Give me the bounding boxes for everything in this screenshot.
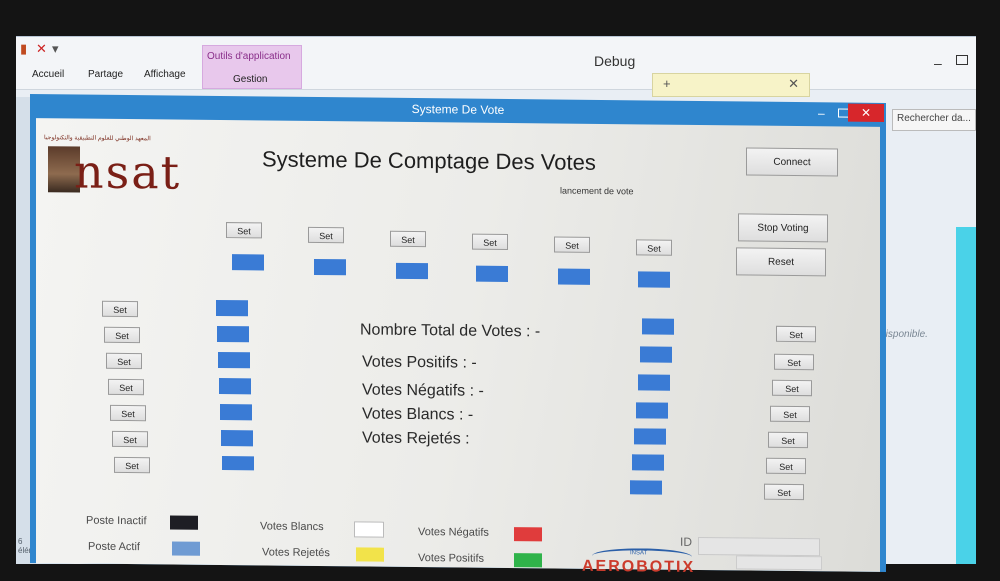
- blank-votes-label: Votes Blancs : -: [362, 405, 474, 424]
- post-indicator: [217, 325, 249, 343]
- legend-inactive-label: Poste Inactif: [86, 514, 147, 528]
- legend-negative-label: Votes Négatifs: [418, 526, 489, 539]
- desktop-background: [956, 227, 976, 564]
- close-button[interactable]: ✕: [848, 103, 884, 122]
- set-button[interactable]: Set: [104, 326, 140, 344]
- post-indicator: [636, 402, 668, 419]
- post-indicator: [642, 318, 674, 335]
- rejected-votes-label: Votes Rejetés :: [362, 429, 470, 448]
- set-button[interactable]: Set: [554, 236, 590, 253]
- legend-blank-label: Votes Blancs: [260, 520, 324, 534]
- page-title: Systeme De Comptage Des Votes: [262, 146, 596, 175]
- close-icon[interactable]: ✕: [36, 41, 47, 57]
- status-text: lancement de vote: [560, 185, 634, 197]
- total-votes-label: Nombre Total de Votes : -: [360, 321, 541, 341]
- app-client-area: المعهد الوطني للعلوم التطبيقية والتكنولو…: [36, 118, 880, 576]
- post-indicator: [219, 377, 251, 395]
- legend-rejected-label: Votes Rejetés: [262, 546, 330, 560]
- tab-gestion[interactable]: Gestion: [233, 74, 267, 85]
- post-indicator: [634, 428, 666, 445]
- legend-active-swatch: [172, 541, 200, 556]
- folder-icon[interactable]: ▮: [20, 41, 27, 57]
- legend-negative-swatch: [514, 527, 542, 542]
- set-button[interactable]: Set: [774, 353, 814, 371]
- search-input[interactable]: Rechercher da...: [892, 109, 976, 131]
- post-indicator: [630, 480, 662, 495]
- set-button[interactable]: Set: [390, 230, 426, 248]
- ribbon: ▮ ✕ ▾ Accueil Partage Affichage Outils d…: [16, 37, 976, 90]
- dropdown-icon[interactable]: ▾: [52, 41, 59, 57]
- legend-positive-swatch: [514, 553, 542, 568]
- set-button[interactable]: Set: [772, 379, 812, 397]
- aerobotix-logo: INSAT AEROBOTIX: [574, 547, 744, 580]
- set-button[interactable]: Set: [768, 431, 808, 449]
- post-indicator: [220, 403, 252, 421]
- stop-voting-button[interactable]: Stop Voting: [738, 213, 828, 243]
- post-indicator: [558, 268, 590, 285]
- post-indicator: [640, 346, 672, 363]
- post-indicator: [476, 265, 508, 283]
- positive-votes-label: Votes Positifs : -: [362, 353, 477, 372]
- set-button[interactable]: Set: [764, 483, 804, 501]
- post-indicator: [632, 454, 664, 471]
- post-indicator: [221, 430, 253, 447]
- tab-tools[interactable]: Outils d'application Gestion: [202, 45, 302, 89]
- set-button[interactable]: Set: [112, 430, 148, 448]
- new-tab[interactable]: + ✕: [652, 73, 810, 97]
- post-indicator: [232, 254, 264, 271]
- post-indicator: [396, 262, 428, 280]
- plus-icon[interactable]: +: [663, 76, 671, 91]
- post-indicator: [314, 258, 346, 276]
- insat-logo: المعهد الوطني للعلوم التطبيقية والتكنولو…: [44, 128, 224, 202]
- logo-small-text: INSAT: [630, 550, 648, 557]
- tab-affichage[interactable]: Affichage: [144, 69, 186, 80]
- set-button[interactable]: Set: [106, 352, 142, 370]
- logo-text: AEROBOTIX: [582, 557, 696, 576]
- logo-arabic-text: المعهد الوطني للعلوم التطبيقية والتكنولو…: [44, 135, 151, 143]
- tab-partage[interactable]: Partage: [88, 69, 123, 80]
- post-indicator: [638, 374, 670, 391]
- tools-tab-label: Outils d'application: [207, 51, 291, 62]
- close-icon[interactable]: ✕: [788, 76, 799, 92]
- set-button[interactable]: Set: [770, 405, 810, 423]
- logo-text: nsat: [74, 144, 182, 200]
- vote-app-window: Systeme De Vote – ✕ المعهد الوطني للعلوم…: [30, 94, 886, 576]
- post-indicator: [216, 299, 248, 317]
- legend-inactive-swatch: [170, 515, 198, 530]
- minimize-button[interactable]: –: [818, 106, 825, 120]
- tab-accueil[interactable]: Accueil: [32, 69, 64, 80]
- set-button[interactable]: Set: [472, 233, 508, 251]
- minimize-button[interactable]: –: [934, 55, 942, 71]
- legend-rejected-swatch: [356, 547, 384, 562]
- set-button[interactable]: Set: [308, 226, 344, 244]
- set-button[interactable]: Set: [108, 378, 144, 396]
- post-indicator: [218, 351, 250, 369]
- window-title: Debug: [594, 53, 636, 69]
- id-label: ID: [680, 534, 692, 549]
- post-indicator: [222, 456, 254, 471]
- maximize-button[interactable]: [956, 55, 968, 65]
- set-button[interactable]: Set: [226, 222, 262, 239]
- connect-button[interactable]: Connect: [746, 147, 838, 177]
- set-button[interactable]: Set: [114, 456, 150, 474]
- legend-active-label: Poste Actif: [88, 540, 140, 554]
- reset-button[interactable]: Reset: [736, 247, 826, 277]
- post-indicator: [638, 271, 670, 288]
- set-button[interactable]: Set: [776, 325, 816, 343]
- set-button[interactable]: Set: [102, 300, 138, 318]
- set-button[interactable]: Set: [766, 457, 806, 475]
- set-button[interactable]: Set: [110, 404, 146, 422]
- legend-blank-swatch: [354, 521, 384, 538]
- set-button[interactable]: Set: [636, 239, 672, 256]
- negative-votes-label: Votes Négatifs : -: [362, 381, 484, 400]
